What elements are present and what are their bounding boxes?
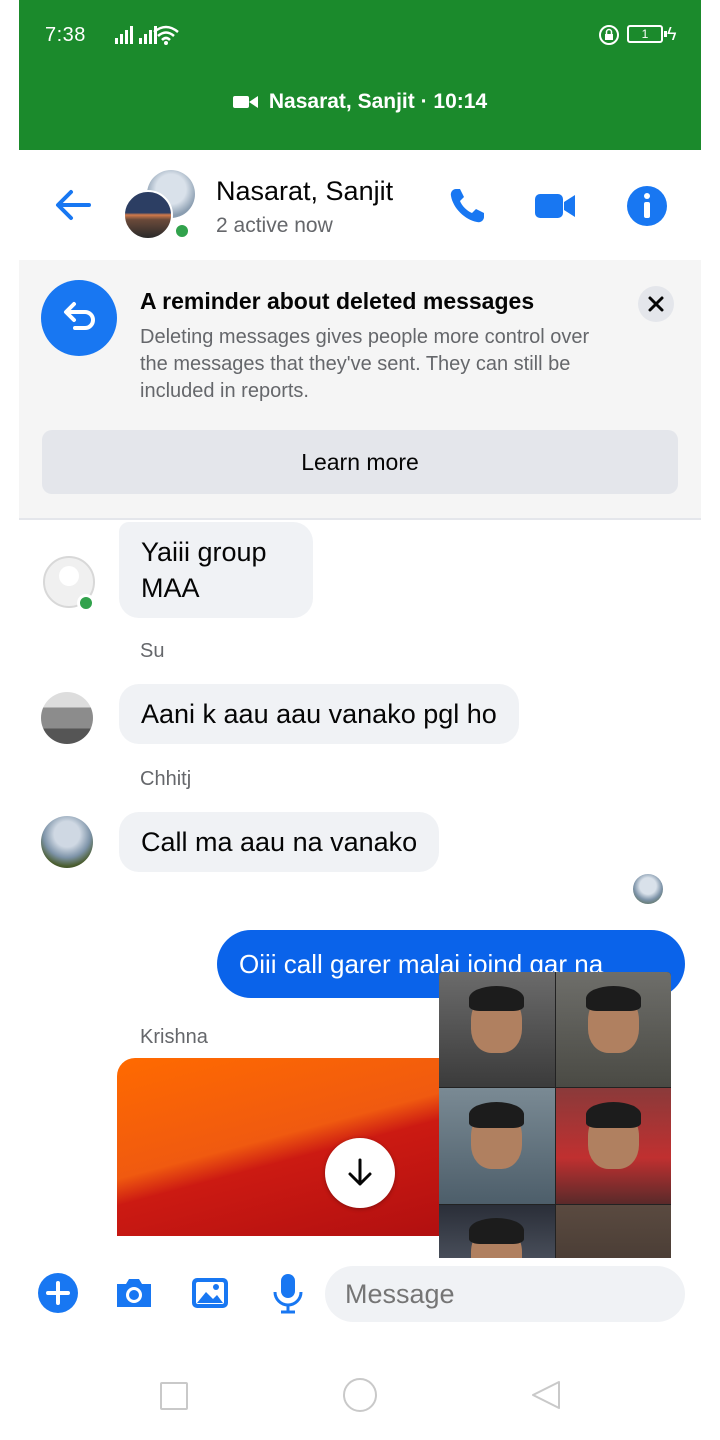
message-list: Yaiii group MAA Su Aani k aau aau vanako… [19, 522, 701, 1320]
undo-icon [41, 280, 117, 356]
chat-header: Nasarat, Sanjit 2 active now [19, 150, 701, 260]
battery-icon: 1 [627, 25, 667, 43]
call-participant-video [555, 972, 671, 1088]
plus-icon[interactable] [37, 1272, 79, 1314]
charging-icon: ϟ [667, 24, 677, 44]
nav-back-icon[interactable] [529, 1378, 563, 1412]
video-camera-icon [232, 94, 259, 110]
group-avatar[interactable] [123, 170, 203, 242]
call-participant-video [439, 972, 555, 1088]
system-navigation-bar [19, 1350, 701, 1440]
lock-icon [599, 25, 619, 45]
seen-indicator-avatar [633, 874, 663, 904]
active-status-dot [173, 222, 191, 240]
messenger-screen: 7:38 1 ϟ Nasarat, Sanjit · 10:14 Nasarat… [19, 0, 701, 1440]
sender-name: Chhitj [140, 768, 192, 790]
message-bubble[interactable]: Aani k aau aau vanako pgl ho [119, 684, 519, 744]
status-and-call-bar: 7:38 1 ϟ Nasarat, Sanjit · 10:14 [19, 0, 701, 150]
call-participant-video [439, 1088, 555, 1204]
message-bubble[interactable]: Yaiii group MAA [119, 522, 313, 618]
home-icon[interactable] [343, 1378, 377, 1412]
message-input[interactable] [325, 1266, 685, 1322]
signal-icon [115, 26, 157, 44]
reminder-body: Deleting messages gives people more cont… [140, 326, 590, 402]
message-composer [19, 1258, 701, 1330]
scroll-down-button[interactable] [325, 1138, 395, 1208]
recent-apps-icon[interactable] [160, 1382, 188, 1410]
media-attachment[interactable] [117, 1058, 457, 1236]
video-camera-icon[interactable] [533, 184, 577, 228]
reminder-title: A reminder about deleted messages [140, 288, 535, 314]
back-arrow-icon[interactable] [53, 188, 93, 222]
sender-name: Su [140, 640, 165, 662]
active-status-text: 2 active now [216, 214, 333, 237]
close-icon[interactable] [638, 286, 674, 322]
status-time: 7:38 [45, 24, 86, 46]
call-participant-video [555, 1088, 671, 1204]
info-icon[interactable] [625, 184, 669, 228]
avatar[interactable] [41, 816, 93, 868]
wifi-icon [153, 25, 179, 45]
deleted-messages-reminder: A reminder about deleted messages Deleti… [19, 260, 701, 520]
avatar[interactable] [41, 692, 93, 744]
camera-icon[interactable] [113, 1272, 155, 1314]
active-status-dot [77, 594, 95, 612]
sender-name: Krishna [140, 1026, 208, 1048]
message-bubble[interactable]: Call ma aau na vanako [119, 812, 440, 872]
microphone-icon[interactable] [267, 1272, 309, 1314]
gallery-icon[interactable] [189, 1272, 231, 1314]
ongoing-call-banner[interactable]: Nasarat, Sanjit · 10:14 [19, 84, 701, 120]
chat-title[interactable]: Nasarat, Sanjit [216, 176, 393, 207]
learn-more-button[interactable]: Learn more [42, 430, 678, 494]
call-banner-text: Nasarat, Sanjit · 10:14 [268, 90, 488, 113]
phone-icon[interactable] [445, 184, 489, 228]
